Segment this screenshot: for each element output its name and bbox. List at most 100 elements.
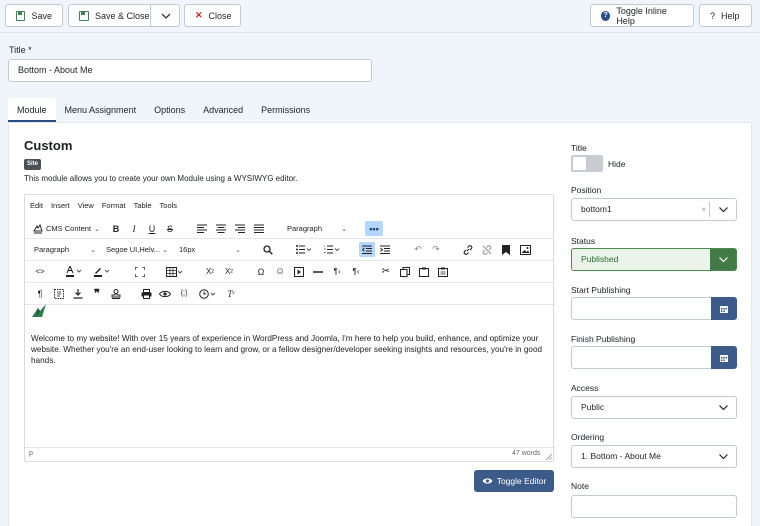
- editor-toolbar-row-1: CMS Content ⌄ B I U S Paragraph ⌄ •••: [25, 218, 553, 239]
- italic-icon[interactable]: I: [127, 218, 141, 239]
- search-icon[interactable]: [261, 239, 275, 260]
- fullscreen-icon[interactable]: [133, 261, 147, 282]
- preview-icon[interactable]: [158, 283, 172, 304]
- stamp-icon[interactable]: [109, 283, 123, 304]
- font-family-value: Segoe UI,Helv...: [106, 245, 161, 254]
- calendar-icon: [720, 354, 728, 362]
- clear-icon[interactable]: ×: [701, 199, 706, 220]
- tab-advanced[interactable]: Advanced: [194, 98, 252, 122]
- note-label: Note: [571, 481, 589, 491]
- outdent-icon[interactable]: [359, 242, 375, 257]
- bookmark-icon[interactable]: [499, 239, 513, 260]
- toggle-editor-button[interactable]: Toggle Editor: [474, 470, 554, 492]
- bold-icon[interactable]: B: [109, 218, 123, 239]
- print-icon[interactable]: [139, 283, 153, 304]
- insert-download-icon[interactable]: [71, 283, 85, 304]
- save-icon: [16, 10, 26, 21]
- block-format-dropdown-top[interactable]: Paragraph ⌄: [283, 221, 351, 236]
- indent-icon[interactable]: [378, 239, 392, 260]
- subscript-icon[interactable]: X2: [203, 261, 217, 282]
- access-select[interactable]: Public: [571, 396, 737, 419]
- blockquote-icon[interactable]: ❞: [90, 283, 104, 304]
- strikethrough-icon[interactable]: S: [163, 218, 177, 239]
- block-format-top-value: Paragraph: [287, 224, 323, 233]
- cms-content-dropdown[interactable]: CMS Content ⌄: [33, 218, 103, 239]
- help-button[interactable]: ? Help: [699, 4, 752, 27]
- rtl-icon[interactable]: ¶‹: [349, 261, 363, 282]
- toggle-inline-help-button[interactable]: ? Toggle Inline Help: [590, 4, 694, 27]
- superscript-icon[interactable]: X2: [222, 261, 236, 282]
- eye-icon: [482, 478, 493, 484]
- block-format-dropdown[interactable]: Paragraph ⌄: [30, 242, 100, 257]
- align-justify-icon[interactable]: [252, 218, 266, 239]
- start-calendar-button[interactable]: [711, 297, 737, 320]
- show-title-switch[interactable]: [571, 155, 603, 172]
- resize-handle-icon[interactable]: [545, 452, 553, 462]
- save-options-dropdown[interactable]: [150, 4, 180, 27]
- insert-datetime-icon[interactable]: [196, 283, 220, 304]
- position-select[interactable]: bottom1 ×: [571, 198, 737, 221]
- menu-view[interactable]: View: [78, 201, 94, 210]
- calendar-icon: [720, 305, 728, 313]
- link-icon[interactable]: [461, 239, 475, 260]
- font-family-dropdown[interactable]: Segoe UI,Helv... ⌄: [102, 242, 172, 257]
- element-path[interactable]: p: [29, 450, 33, 457]
- ltr-icon[interactable]: ¶›: [330, 261, 344, 282]
- finish-publishing-input[interactable]: [571, 346, 712, 369]
- question-icon: ?: [710, 10, 716, 21]
- menu-insert[interactable]: Insert: [51, 201, 70, 210]
- source-code-icon[interactable]: <>: [33, 261, 47, 282]
- more-options-icon[interactable]: •••: [365, 221, 383, 236]
- highlight-color-icon[interactable]: [91, 261, 115, 282]
- unlink-icon[interactable]: [480, 239, 494, 260]
- ordering-value: 1. Bottom - About Me: [581, 451, 661, 461]
- finish-calendar-button[interactable]: [711, 346, 737, 369]
- emoticons-icon[interactable]: ☺: [273, 261, 287, 282]
- close-button[interactable]: ✕ Close: [184, 4, 241, 27]
- undo-icon[interactable]: ↶: [411, 239, 425, 260]
- media-icon[interactable]: [292, 261, 306, 282]
- module-description: This module allows you to create your ow…: [24, 174, 298, 183]
- copy-icon[interactable]: [398, 261, 412, 282]
- align-center-icon[interactable]: [214, 218, 228, 239]
- chevron-down-icon: ⌄: [341, 225, 347, 233]
- help-label: Help: [721, 10, 740, 21]
- status-select[interactable]: Published: [571, 248, 737, 271]
- menu-table[interactable]: Table: [134, 201, 152, 210]
- tab-options[interactable]: Options: [145, 98, 194, 122]
- menu-edit[interactable]: Edit: [30, 201, 43, 210]
- start-publishing-input[interactable]: [571, 297, 712, 320]
- underline-icon[interactable]: U: [145, 218, 159, 239]
- menu-tools[interactable]: Tools: [160, 201, 178, 210]
- tab-module[interactable]: Module: [8, 98, 56, 122]
- redo-icon[interactable]: ↷: [429, 239, 443, 260]
- numbered-list-icon[interactable]: [321, 239, 343, 260]
- bullet-list-icon[interactable]: [293, 239, 315, 260]
- cms-content-icon: [33, 223, 43, 233]
- menu-format[interactable]: Format: [102, 201, 126, 210]
- text-color-icon[interactable]: [63, 261, 87, 282]
- save-button[interactable]: Save: [5, 4, 63, 27]
- special-character-icon[interactable]: Ω: [254, 261, 268, 282]
- code-sample-icon[interactable]: {;}: [177, 283, 191, 304]
- image-icon[interactable]: [518, 239, 532, 260]
- visual-blocks-icon[interactable]: [52, 283, 66, 304]
- clear-formatting-icon[interactable]: Tx: [224, 283, 238, 304]
- font-size-dropdown[interactable]: 16px ⌄: [175, 242, 245, 257]
- editor-content[interactable]: Welcome to my website! With over 15 year…: [31, 333, 547, 366]
- tab-permissions[interactable]: Permissions: [252, 98, 319, 122]
- tab-menu-assignment[interactable]: Menu Assignment: [56, 98, 146, 122]
- align-right-icon[interactable]: [233, 218, 247, 239]
- paste-text-icon[interactable]: [436, 261, 450, 282]
- ordering-label: Ordering: [571, 432, 605, 442]
- cut-icon[interactable]: ✂: [379, 261, 393, 282]
- horizontal-line-icon[interactable]: [311, 261, 325, 282]
- ordering-select[interactable]: 1. Bottom - About Me: [571, 445, 737, 468]
- visual-chars-icon[interactable]: ¶: [33, 283, 47, 304]
- table-icon[interactable]: [163, 261, 187, 282]
- paste-icon[interactable]: [417, 261, 431, 282]
- module-heading: Custom: [24, 138, 73, 153]
- title-input[interactable]: Bottom - About Me: [8, 59, 372, 82]
- note-input[interactable]: [571, 495, 737, 518]
- align-left-icon[interactable]: [195, 218, 209, 239]
